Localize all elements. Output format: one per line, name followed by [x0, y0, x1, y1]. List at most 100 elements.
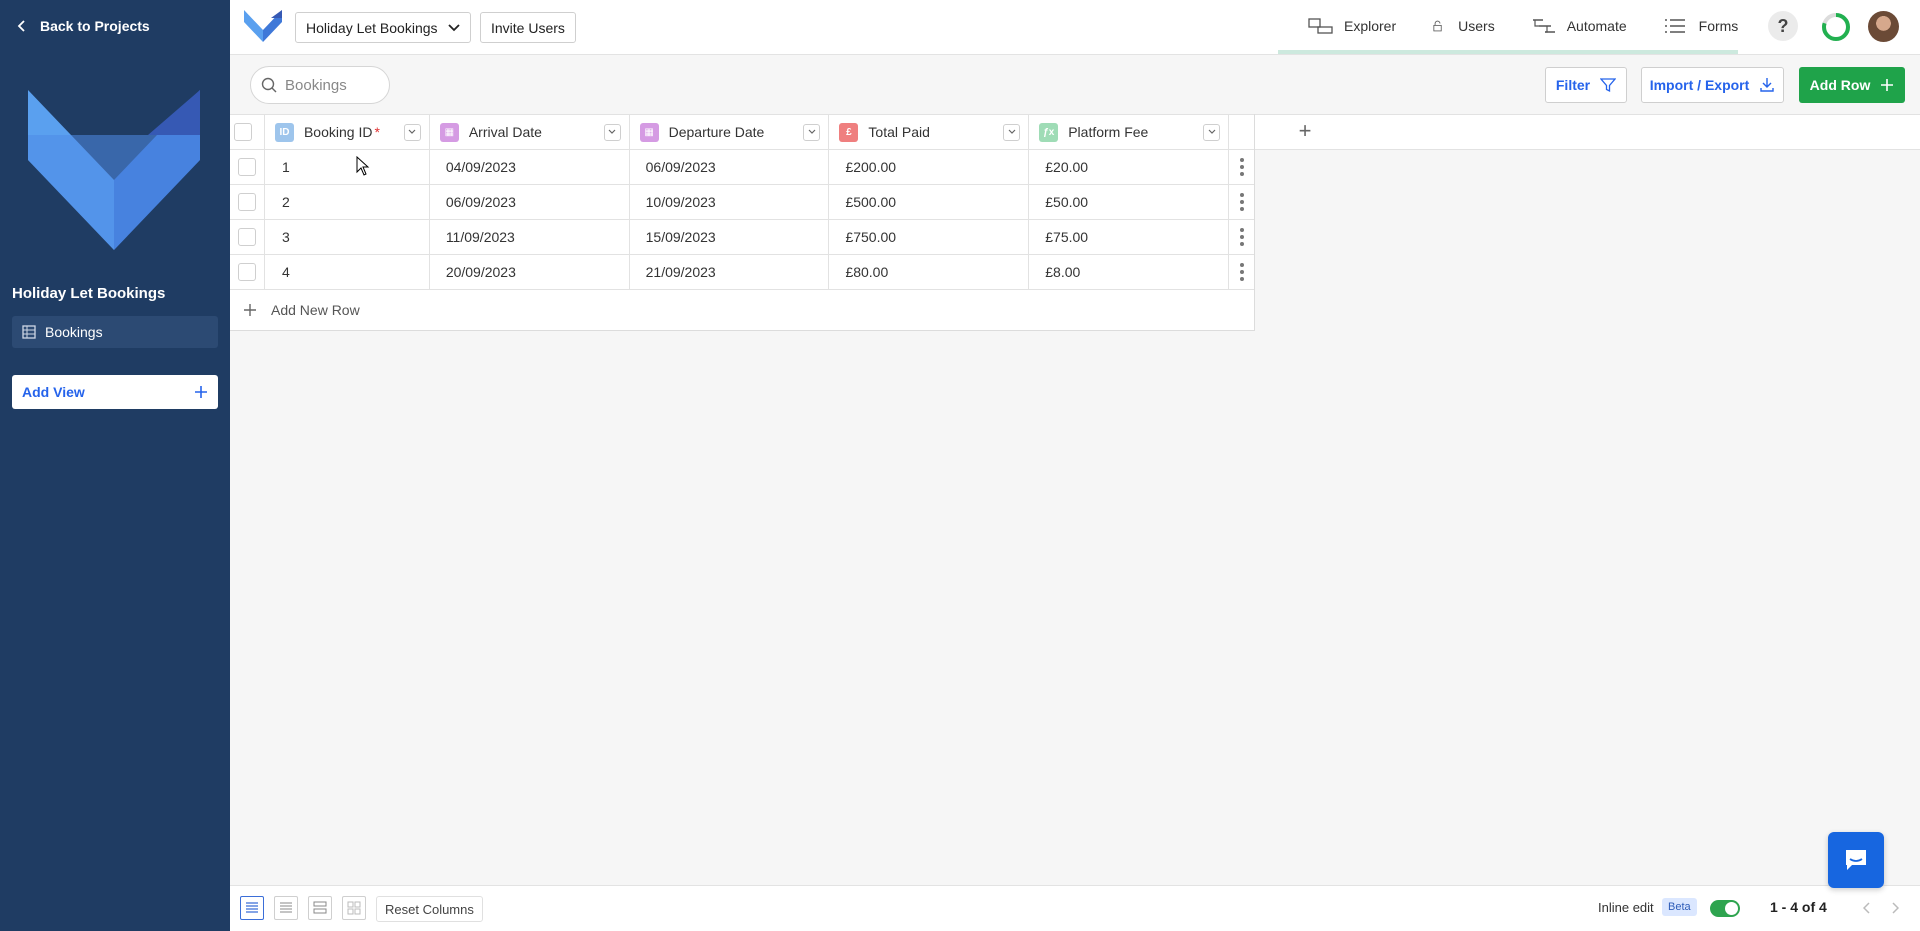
table-row[interactable]: 2 06/09/2023 10/09/2023 £500.00 £50.00 [230, 185, 1254, 220]
add-new-row-button[interactable]: Add New Row [230, 290, 1254, 330]
cell-total-paid[interactable]: £750.00 [829, 220, 1030, 254]
table-row[interactable]: 3 11/09/2023 15/09/2023 £750.00 £75.00 [230, 220, 1254, 255]
cell-total-paid[interactable]: £200.00 [829, 150, 1030, 184]
plus-icon [244, 304, 256, 316]
cell-arrival-date[interactable]: 06/09/2023 [430, 185, 630, 219]
add-column-button[interactable]: + [1295, 118, 1315, 143]
add-view-button[interactable]: Add View [12, 375, 218, 409]
column-header-label: Arrival Date [468, 124, 542, 140]
import-export-button[interactable]: Import / Export [1641, 67, 1784, 103]
previous-page-button[interactable] [1858, 899, 1876, 917]
lock-icon [1433, 20, 1442, 32]
row-checkbox[interactable] [237, 158, 256, 176]
app-logo-icon[interactable] [244, 8, 282, 44]
density-tall-button[interactable] [308, 896, 332, 920]
import-export-label: Import / Export [1649, 77, 1750, 93]
project-select[interactable]: Holiday Let Bookings [295, 12, 471, 43]
column-header-platform-fee[interactable]: ƒx Platform Fee [1029, 115, 1229, 149]
row-menu-cell [1229, 150, 1254, 184]
table-header-row: ID Booking ID * ▦ Arrival Date ▦ Departur… [230, 114, 1254, 150]
column-menu-button[interactable] [1003, 123, 1021, 141]
cell-arrival-date[interactable]: 20/09/2023 [430, 255, 630, 289]
chevron-left-icon [17, 20, 25, 32]
cell-platform-fee[interactable]: £8.00 [1029, 255, 1230, 289]
cell-total-paid[interactable]: £80.00 [829, 255, 1030, 289]
inline-edit-toggle[interactable] [1710, 900, 1740, 917]
cell-booking-id[interactable]: 3 [265, 220, 430, 254]
chevron-down-icon [1008, 129, 1016, 134]
add-row-label: Add Row [1809, 77, 1871, 93]
invite-users-button[interactable]: Invite Users [480, 12, 576, 43]
next-page-button[interactable] [1886, 899, 1904, 917]
id-type-icon: ID [274, 122, 294, 142]
cell-booking-id[interactable]: 4 [265, 255, 430, 289]
column-header-departure-date[interactable]: ▦ Departure Date [630, 115, 830, 149]
row-menu-cell [1229, 220, 1254, 254]
reset-columns-button[interactable]: Reset Columns [376, 896, 483, 922]
density-regular-button[interactable] [274, 896, 298, 920]
pagination-text: 1 - 4 of 4 [1770, 899, 1827, 915]
chat-support-button[interactable] [1828, 832, 1884, 888]
row-select-cell [230, 255, 265, 289]
tab-forms[interactable]: Forms [1645, 0, 1757, 52]
cell-total-paid[interactable]: £500.00 [829, 185, 1030, 219]
row-checkbox[interactable] [237, 228, 256, 246]
search-input[interactable] [285, 76, 375, 94]
explorer-icon [1308, 18, 1333, 34]
row-select-cell [230, 185, 265, 219]
tab-explorer[interactable]: Explorer [1290, 0, 1414, 52]
kebab-menu-icon[interactable] [1239, 228, 1244, 246]
top-bar: Holiday Let Bookings Invite Users Explor… [230, 0, 1920, 55]
download-icon [1760, 78, 1774, 92]
density-compact-button[interactable] [240, 896, 264, 920]
row-checkbox[interactable] [237, 193, 256, 211]
footer-bar: Reset Columns Inline edit Beta 1 - 4 of … [230, 885, 1920, 931]
column-header-booking-id[interactable]: ID Booking ID * [265, 115, 430, 149]
cell-booking-id[interactable]: 1 [265, 150, 430, 184]
cell-departure-date[interactable]: 06/09/2023 [630, 150, 830, 184]
table-row[interactable]: 4 20/09/2023 21/09/2023 £80.00 £8.00 [230, 255, 1254, 290]
column-header-arrival-date[interactable]: ▦ Arrival Date [430, 115, 630, 149]
formula-type-icon: ƒx [1039, 122, 1059, 142]
cell-arrival-date[interactable]: 11/09/2023 [430, 220, 630, 254]
grid-view-icon [347, 901, 361, 915]
filter-button[interactable]: Filter [1545, 67, 1627, 103]
column-menu-button[interactable] [803, 123, 821, 141]
inline-edit-label: Inline edit [1598, 900, 1654, 915]
chevron-down-icon [608, 129, 616, 134]
cell-platform-fee[interactable]: £50.00 [1029, 185, 1230, 219]
tab-users[interactable]: Users [1414, 0, 1513, 52]
search-box[interactable] [250, 66, 390, 104]
cell-booking-id[interactable]: 2 [265, 185, 430, 219]
project-logo-icon [28, 90, 200, 250]
kebab-menu-icon[interactable] [1239, 263, 1244, 281]
back-to-projects-link[interactable]: Back to Projects [16, 16, 150, 36]
density-grid-button[interactable] [342, 896, 366, 920]
kebab-menu-icon[interactable] [1239, 193, 1244, 211]
forms-icon [1664, 19, 1685, 33]
column-menu-button[interactable] [1203, 123, 1220, 141]
table-row[interactable]: 1 04/09/2023 06/09/2023 £200.00 £20.00 [230, 150, 1254, 185]
add-row-button[interactable]: Add Row [1799, 67, 1905, 103]
tab-automate[interactable]: Automate [1513, 0, 1645, 52]
avatar[interactable] [1868, 11, 1899, 42]
search-icon [261, 77, 277, 93]
select-all-checkbox[interactable] [233, 123, 252, 141]
column-menu-button[interactable] [603, 123, 621, 141]
cell-departure-date[interactable]: 21/09/2023 [630, 255, 830, 289]
kebab-menu-icon[interactable] [1239, 158, 1244, 176]
add-view-label: Add View [22, 384, 85, 400]
cell-platform-fee[interactable]: £75.00 [1029, 220, 1230, 254]
cell-departure-date[interactable]: 15/09/2023 [630, 220, 830, 254]
column-menu-button[interactable] [403, 123, 421, 141]
progress-ring-icon[interactable] [1820, 11, 1852, 43]
cell-platform-fee[interactable]: £20.00 [1029, 150, 1230, 184]
column-header-total-paid[interactable]: £ Total Paid [829, 115, 1030, 149]
sidebar-item-bookings[interactable]: Bookings [12, 316, 218, 348]
help-button[interactable]: ? [1768, 11, 1798, 41]
cell-departure-date[interactable]: 10/09/2023 [630, 185, 830, 219]
cell-arrival-date[interactable]: 04/09/2023 [430, 150, 630, 184]
date-type-icon: ▦ [439, 122, 459, 142]
back-link-label: Back to Projects [40, 18, 150, 34]
row-checkbox[interactable] [237, 263, 256, 281]
